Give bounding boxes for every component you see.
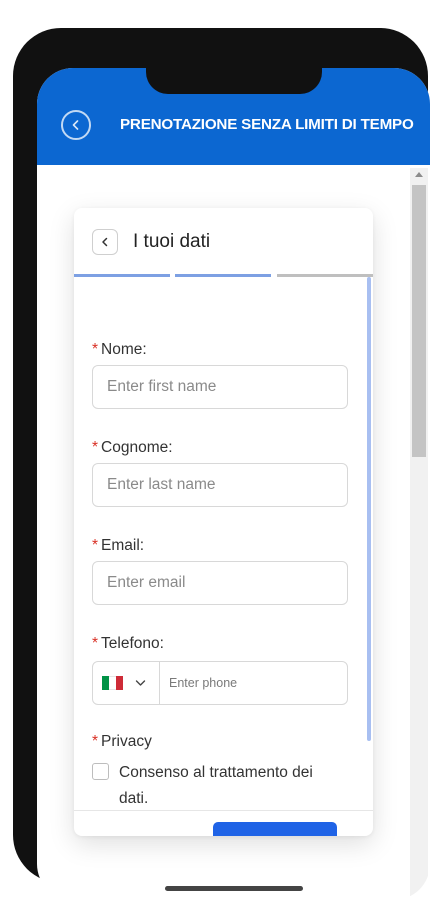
card-title: I tuoi dati xyxy=(133,231,211,252)
chevron-down-icon xyxy=(135,680,146,686)
phone-field xyxy=(92,661,348,705)
phone-label: * Telefono: xyxy=(92,635,164,652)
header-title: PRENOTAZIONE SENZA LIMITI DI TEMPO xyxy=(120,116,414,133)
continue-button[interactable]: Continua xyxy=(213,822,337,836)
phone-frame: PRENOTAZIONE SENZA LIMITI DI TEMPO I tuo… xyxy=(13,28,430,900)
progress-step-3 xyxy=(277,274,373,277)
chevron-left-circle-icon xyxy=(72,120,79,130)
country-code-select[interactable] xyxy=(93,662,160,704)
page-scrollbar-thumb[interactable] xyxy=(412,185,426,457)
booking-form-card: I tuoi dati *Nome: *Cognome: *Email: *Te… xyxy=(74,208,373,836)
required-marker: * xyxy=(92,341,99,358)
privacy-consent-text: Consenso al trattamento dei dati. xyxy=(119,764,313,807)
required-marker: * xyxy=(92,635,99,652)
header-back-button[interactable] xyxy=(61,110,91,140)
first-name-label: * Nome: xyxy=(92,341,147,358)
card-back-button[interactable] xyxy=(92,229,118,255)
progress-step-2 xyxy=(175,274,271,277)
scroll-up-arrow-icon[interactable] xyxy=(415,172,423,177)
email-label: * Email: xyxy=(92,537,145,554)
required-marker: * xyxy=(92,537,99,554)
required-marker: * xyxy=(92,733,99,750)
chevron-left-icon xyxy=(102,237,108,247)
first-name-input[interactable] xyxy=(92,365,348,409)
card-footer-divider xyxy=(74,810,373,811)
last-name-label: * Cognome: xyxy=(92,439,173,456)
home-indicator xyxy=(165,886,303,891)
italy-flag-icon xyxy=(102,676,123,690)
email-input[interactable] xyxy=(92,561,348,605)
phone-input[interactable] xyxy=(160,662,346,704)
form-scrollbar[interactable] xyxy=(367,277,371,741)
phone-notch xyxy=(146,56,322,94)
privacy-label: * Privacy xyxy=(92,733,152,750)
privacy-consent-checkbox[interactable] xyxy=(92,763,109,780)
phone-screen: PRENOTAZIONE SENZA LIMITI DI TEMPO I tuo… xyxy=(37,68,430,900)
progress-step-1 xyxy=(74,274,170,277)
last-name-input[interactable] xyxy=(92,463,348,507)
required-marker: * xyxy=(92,439,99,456)
